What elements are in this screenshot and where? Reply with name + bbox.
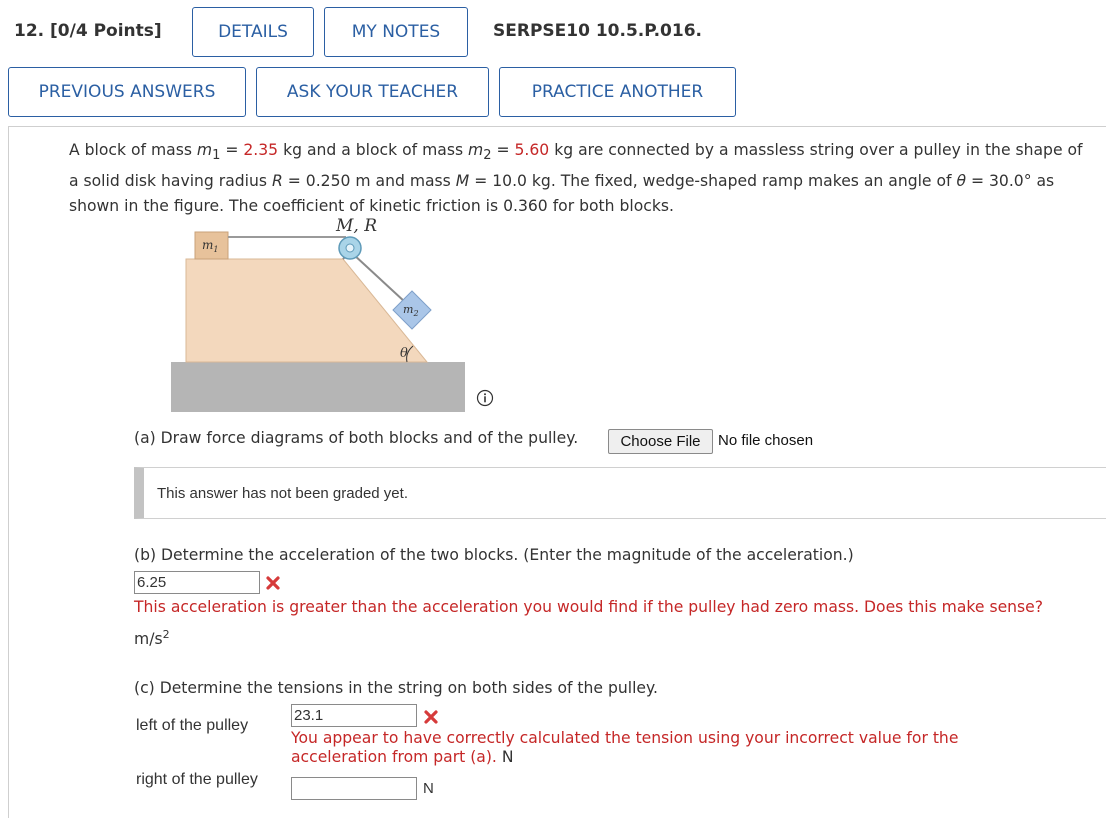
- previous-answers-button[interactable]: PREVIOUS ANSWERS: [8, 67, 246, 117]
- right-tension-label: right of the pulley: [136, 771, 258, 788]
- part-c-prompt: (c) Determine the tensions in the string…: [134, 679, 658, 697]
- my-notes-button[interactable]: MY NOTES: [324, 7, 468, 57]
- wedge-ramp: [185, 258, 429, 363]
- acceleration-feedback: This acceleration is greater than the ac…: [134, 598, 1044, 616]
- ground-surface: [171, 362, 465, 412]
- pulley-label: M, R: [335, 216, 377, 236]
- left-tension-feedback: You appear to have correctly calculated …: [291, 729, 959, 766]
- ramp-pulley-diagram: m1 m2 θ M, R: [171, 216, 465, 412]
- graded-status-text: This answer has not been graded yet.: [157, 484, 408, 502]
- choose-file-button[interactable]: Choose File: [608, 429, 713, 454]
- info-icon[interactable]: [476, 389, 494, 411]
- left-tension-input[interactable]: 23.1: [291, 704, 417, 727]
- problem-code: SERPSE10 10.5.P.016.: [493, 21, 702, 41]
- file-status: No file chosen: [718, 432, 814, 449]
- wrong-x-icon: [265, 575, 281, 595]
- wrong-x-icon: [423, 709, 439, 729]
- details-button[interactable]: DETAILS: [192, 7, 314, 57]
- left-tension-label: left of the pulley: [136, 717, 249, 734]
- problem-figure: m1 m2 θ M, R: [165, 212, 470, 412]
- acceleration-unit: m/s2: [134, 628, 170, 649]
- part-a-prompt: (a) Draw force diagrams of both blocks a…: [134, 429, 579, 447]
- question-points-label: 12. [0/4 Points]: [14, 21, 162, 41]
- m2-value: 5.60: [514, 141, 550, 159]
- part-b-prompt: (b) Determine the acceleration of the tw…: [134, 546, 854, 564]
- question-header: 12. [0/4 Points] DETAILS MY NOTES SERPSE…: [0, 0, 1106, 125]
- graded-status-box: This answer has not been graded yet.: [134, 467, 1106, 519]
- header-divider: [8, 126, 1106, 127]
- content-left-border: [8, 126, 9, 818]
- practice-another-button[interactable]: PRACTICE ANOTHER: [499, 67, 736, 117]
- problem-statement: A block of mass m1 = 2.35 kg and a block…: [69, 141, 1083, 216]
- left-tension-unit: N: [501, 748, 514, 766]
- right-tension-input[interactable]: [291, 777, 417, 800]
- pulley-axle: [345, 243, 355, 253]
- acceleration-input[interactable]: 6.25: [134, 571, 260, 594]
- theta-label: θ: [400, 346, 408, 361]
- m1-value: 2.35: [243, 141, 279, 159]
- ask-your-teacher-button[interactable]: ASK YOUR TEACHER: [256, 67, 489, 117]
- right-tension-unit: N: [423, 780, 434, 797]
